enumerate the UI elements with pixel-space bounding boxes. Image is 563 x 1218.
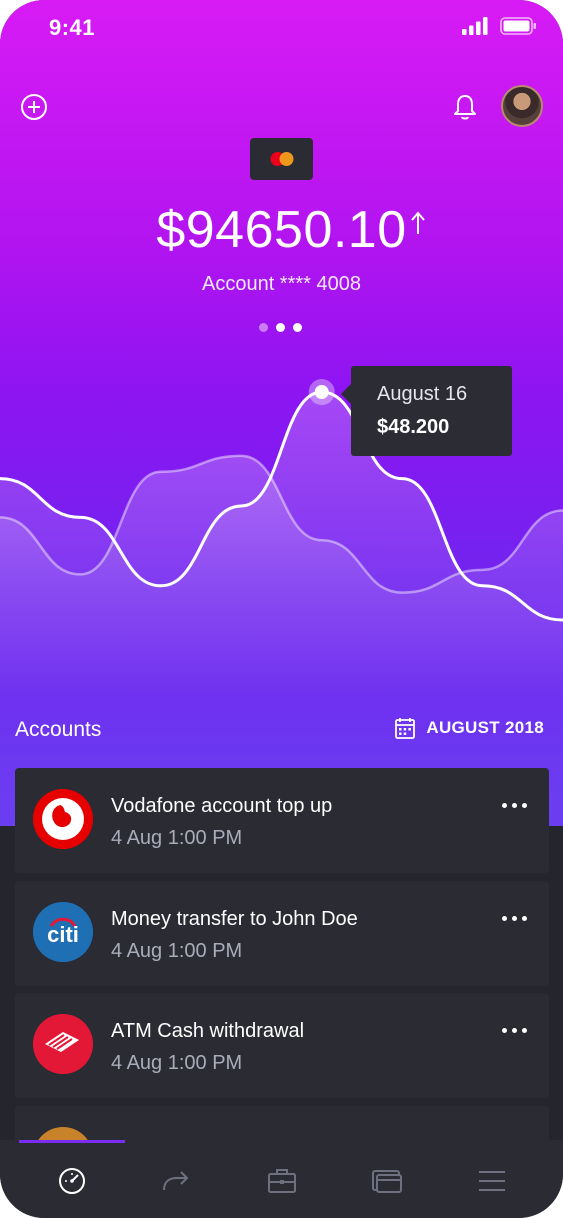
highlight-point[interactable] (314, 385, 329, 399)
tooltip-date: August 16 (377, 383, 468, 405)
transaction-date: 4 Aug 1:00 PM (111, 940, 243, 962)
transaction-title: ATM Cash withdrawal (111, 1020, 305, 1042)
pager-dot[interactable] (276, 323, 285, 332)
accounts-title: Accounts (15, 718, 102, 741)
transfer-icon (163, 1171, 189, 1191)
citi-logo-text: citi (47, 922, 79, 947)
transaction-card[interactable]: citi Money transfer to John Doe 4 Aug 1:… (15, 881, 549, 986)
account-number: Account **** 4008 (201, 273, 361, 295)
menu-icon (479, 1171, 505, 1191)
month-picker[interactable]: AUGUST 2018 (395, 717, 544, 739)
tab-indicator (19, 1140, 125, 1143)
transaction-title: Money transfer to John Doe (111, 908, 358, 930)
status-bar: 9:41 (0, 0, 563, 56)
more-icon[interactable] (502, 795, 527, 816)
avatar[interactable] (501, 85, 543, 127)
signal-icon (462, 17, 488, 35)
bell-icon[interactable] (452, 92, 478, 122)
add-icon[interactable] (20, 93, 48, 121)
citi-logo: citi (33, 902, 93, 962)
transaction-title: Vodafone account top up (111, 795, 333, 817)
more-icon[interactable] (502, 1020, 527, 1041)
arrow-up-icon (411, 211, 425, 234)
card-pager[interactable] (259, 323, 302, 332)
pager-dot[interactable] (259, 323, 268, 332)
transaction-date: 4 Aug 1:00 PM (111, 1052, 243, 1074)
tab-wallet[interactable] (369, 1166, 405, 1196)
chart-tooltip: August 16 $48.200 (341, 366, 512, 456)
month-label: AUGUST 2018 (426, 718, 544, 737)
vodafone-logo (33, 789, 93, 849)
tab-menu[interactable] (474, 1166, 510, 1196)
transaction-card[interactable]: Vodafone account top up 4 Aug 1:00 PM (15, 768, 549, 873)
pager-dot[interactable] (293, 323, 302, 332)
transaction-date: 4 Aug 1:00 PM (111, 827, 243, 849)
calendar-icon (395, 718, 416, 739)
tooltip-value: $48.200 (377, 416, 450, 438)
bank-of-america-logo (33, 1014, 93, 1074)
tab-bar (0, 1140, 563, 1218)
wallet-icon (372, 1170, 402, 1193)
balance-amount: $94650.10 (156, 201, 407, 259)
briefcase-icon (268, 1169, 296, 1193)
mastercard-icon[interactable] (250, 138, 313, 180)
tab-transfer[interactable] (158, 1166, 194, 1196)
battery-icon (500, 17, 536, 35)
dashboard-icon (59, 1168, 85, 1194)
status-time: 9:41 (49, 15, 96, 40)
transaction-card[interactable]: ATM Cash withdrawal 4 Aug 1:00 PM (15, 993, 549, 1098)
status-icons (462, 17, 537, 35)
tab-dashboard[interactable] (54, 1166, 90, 1196)
phone-screen: 9:41 $94650.10 Account **** 4008 August … (0, 0, 563, 1218)
more-icon[interactable] (502, 908, 527, 929)
tab-briefcase[interactable] (264, 1166, 300, 1196)
